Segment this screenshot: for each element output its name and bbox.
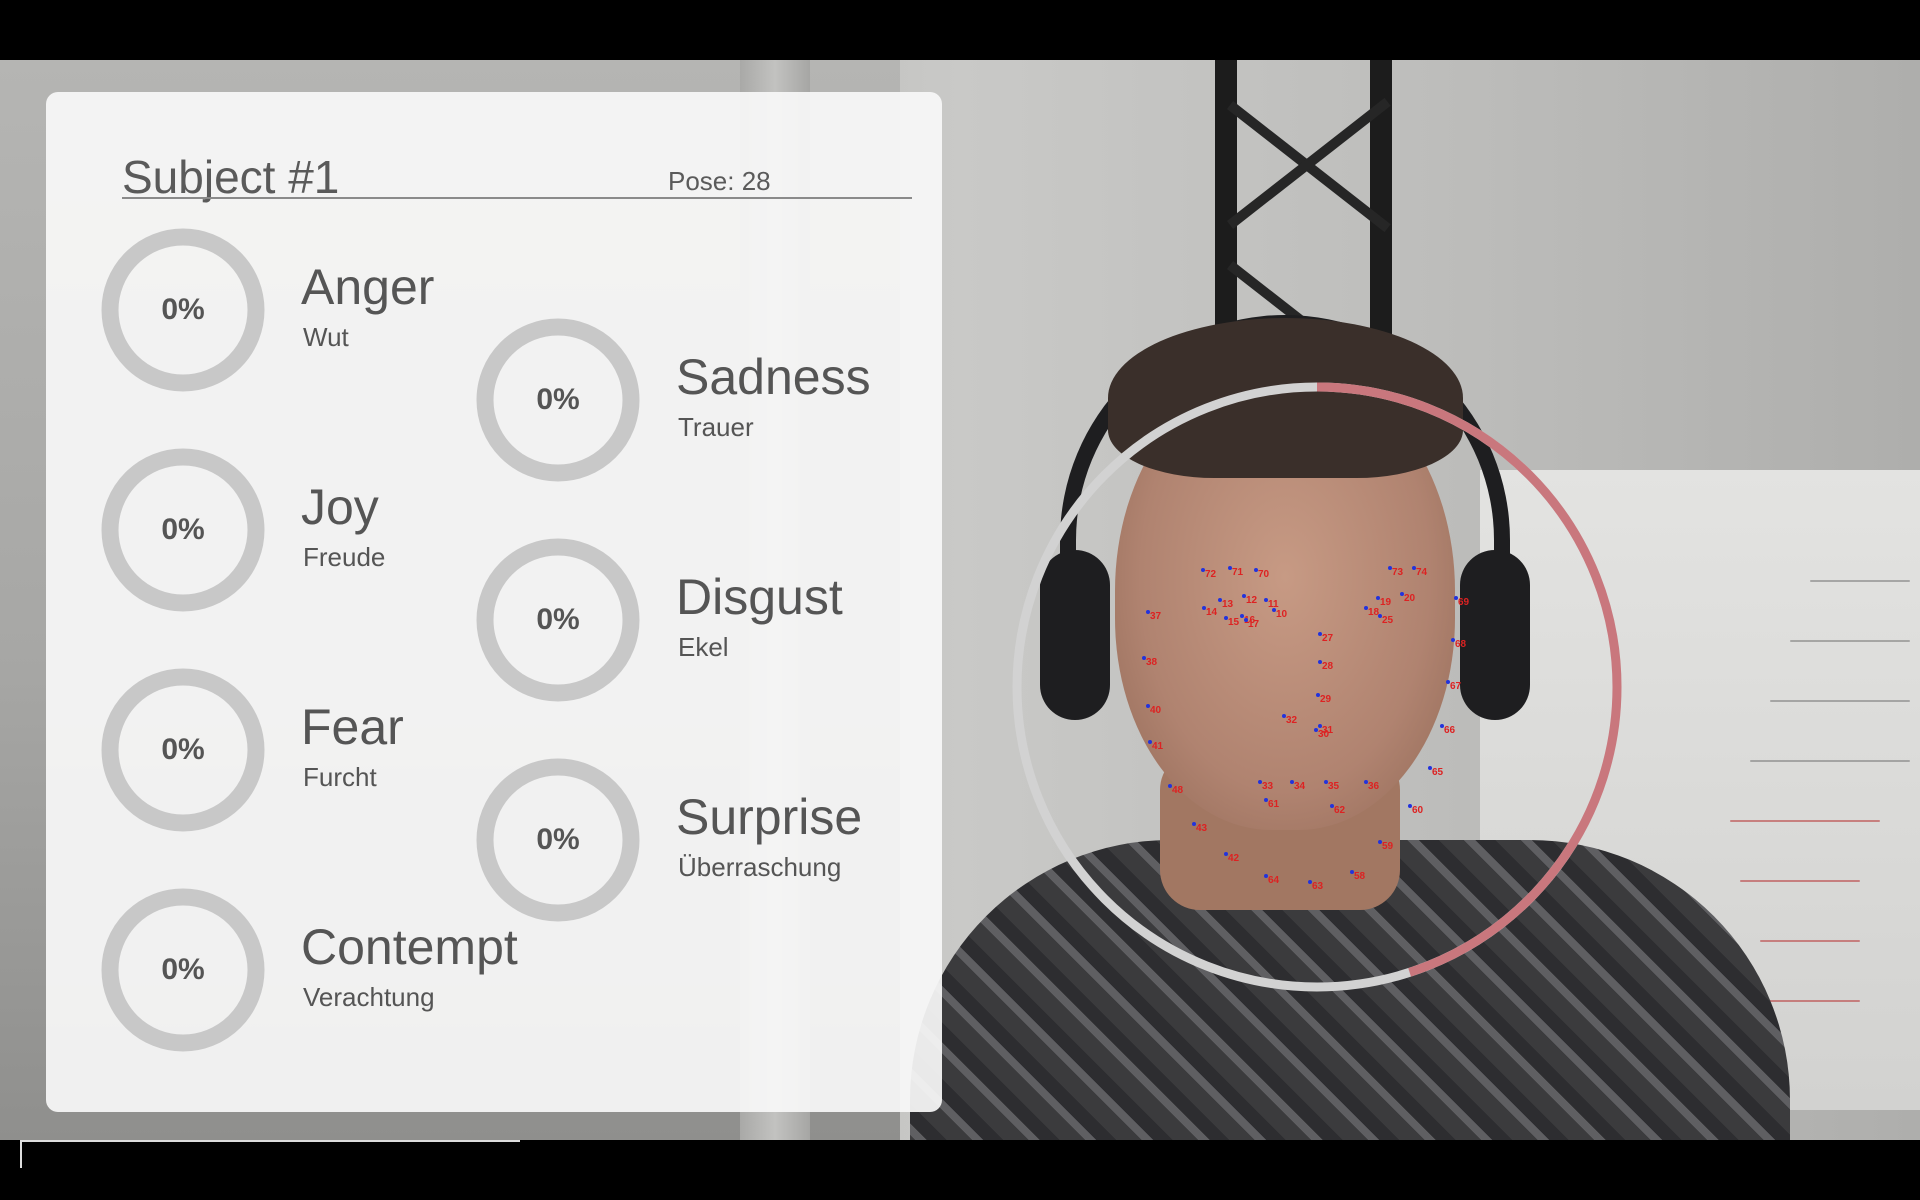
surprise-sublabel: Überraschung <box>678 852 842 882</box>
contempt-value: 0% <box>161 953 205 986</box>
top-letterbox <box>0 0 1920 60</box>
contempt-donut: 0% <box>101 888 265 1052</box>
face-landmark-70: 70 <box>1253 568 1270 580</box>
face-landmark-13: 13 <box>1217 598 1234 610</box>
face-landmark-35: 35 <box>1323 780 1340 792</box>
face-landmark-27: 27 <box>1317 632 1334 644</box>
face-landmark-65: 65 <box>1427 766 1444 778</box>
face-landmark-60: 60 <box>1407 804 1424 816</box>
status-line <box>20 1140 520 1142</box>
disgust-sublabel: Ekel <box>678 632 729 662</box>
face-landmark-69: 69 <box>1453 596 1470 608</box>
face-landmark-31: 31 <box>1317 724 1334 736</box>
face-landmark-42: 42 <box>1223 852 1240 864</box>
face-landmark-34: 34 <box>1289 780 1306 792</box>
pose-label: Pose: 28 <box>668 166 771 196</box>
joy-value: 0% <box>161 513 205 546</box>
fear-value: 0% <box>161 733 205 766</box>
face-landmark-68: 68 <box>1450 638 1467 650</box>
face-landmark-14: 14 <box>1201 606 1218 618</box>
face-landmark-59: 59 <box>1377 840 1394 852</box>
title-divider <box>122 197 912 199</box>
joy-donut: 0% <box>101 448 265 612</box>
face-landmark-38: 38 <box>1141 656 1158 668</box>
face-landmark-67: 67 <box>1445 680 1462 692</box>
face-landmark-15: 15 <box>1223 616 1240 628</box>
surprise-label: Surprise <box>676 789 863 845</box>
disgust-label: Disgust <box>676 569 843 625</box>
face-landmark-61: 61 <box>1263 798 1280 810</box>
face-landmark-63: 63 <box>1307 880 1324 892</box>
surprise-donut: 0% <box>476 758 640 922</box>
face-landmark-29: 29 <box>1315 693 1332 705</box>
anger-sublabel: Wut <box>303 322 349 352</box>
joy-sublabel: Freude <box>303 542 386 572</box>
joy-label: Joy <box>301 479 379 535</box>
face-landmark-64: 64 <box>1263 874 1280 886</box>
disgust-value: 0% <box>536 603 580 636</box>
face-landmark-36: 36 <box>1363 780 1380 792</box>
sadness-label: Sadness <box>676 349 871 405</box>
face-landmark-33: 33 <box>1257 780 1274 792</box>
face-landmark-58: 58 <box>1349 870 1366 882</box>
anger-donut: 0% <box>101 228 265 392</box>
anger-value: 0% <box>161 293 205 326</box>
disgust-donut: 0% <box>476 538 640 702</box>
face-landmark-73: 73 <box>1387 566 1404 578</box>
face-landmark-48: 48 <box>1167 784 1184 796</box>
anger-label: Anger <box>301 259 435 315</box>
sadness-donut: 0% <box>476 318 640 482</box>
face-landmark-72: 72 <box>1200 568 1217 580</box>
face-landmark-43: 43 <box>1191 822 1208 834</box>
sadness-sublabel: Trauer <box>678 412 754 442</box>
face-landmark-41: 41 <box>1147 740 1164 752</box>
face-tracking-ring <box>1012 382 1622 992</box>
face-landmark-66: 66 <box>1439 724 1456 736</box>
face-landmark-19: 19 <box>1375 596 1392 608</box>
emotion-panel: Subject #1 Pose: 28 0% Anger Wut 0% Sadn… <box>46 92 942 1112</box>
subject-title: Subject #1 <box>122 151 340 203</box>
face-landmark-62: 62 <box>1329 804 1346 816</box>
surprise-value: 0% <box>536 823 580 856</box>
face-landmark-40: 40 <box>1145 704 1162 716</box>
face-landmark-17: 17 <box>1243 618 1260 630</box>
bottom-letterbox <box>0 1140 1920 1200</box>
contempt-label: Contempt <box>301 919 518 975</box>
fear-donut: 0% <box>101 668 265 832</box>
face-landmark-28: 28 <box>1317 660 1334 672</box>
face-landmark-10: 10 <box>1271 608 1288 620</box>
face-landmark-32: 32 <box>1281 714 1298 726</box>
contempt-sublabel: Verachtung <box>303 982 435 1012</box>
face-landmark-20: 20 <box>1399 592 1416 604</box>
fear-sublabel: Furcht <box>303 762 377 792</box>
fear-label: Fear <box>301 699 404 755</box>
face-landmark-71: 71 <box>1227 566 1244 578</box>
status-tick <box>20 1140 22 1168</box>
face-landmark-37: 37 <box>1145 610 1162 622</box>
sadness-value: 0% <box>536 383 580 416</box>
face-landmark-12: 12 <box>1241 594 1258 606</box>
face-landmark-74: 74 <box>1411 566 1428 578</box>
face-landmark-25: 25 <box>1377 614 1394 626</box>
